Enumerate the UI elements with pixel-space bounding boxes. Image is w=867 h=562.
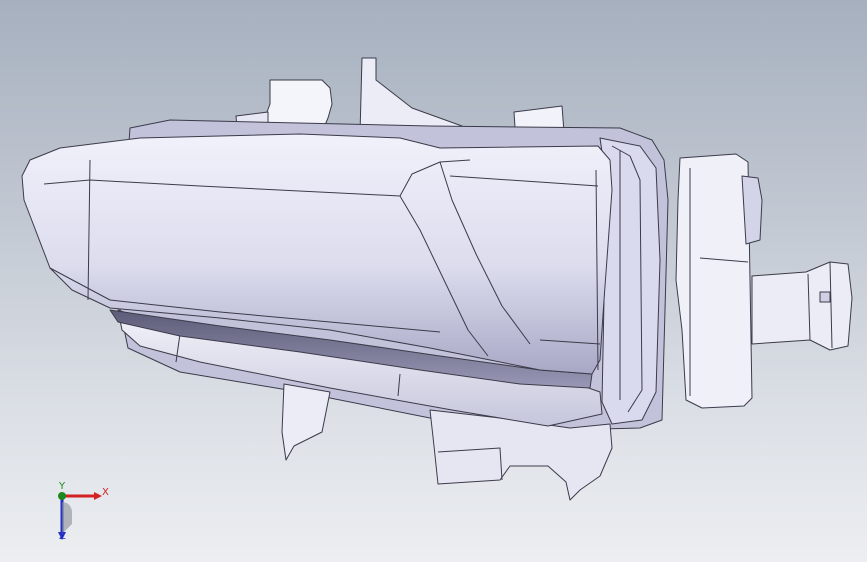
triad-y-label: Y <box>59 481 66 492</box>
headlamp-model[interactable] <box>0 0 867 562</box>
mounting-tab <box>359 57 463 135</box>
triad-z-label: Z <box>59 531 66 542</box>
graphics-area[interactable]: X Y Z <box>0 0 867 562</box>
axis-triad: X Y Z <box>48 482 112 544</box>
triad-x-label: X <box>102 487 109 498</box>
connector <box>751 261 853 351</box>
ballast-housing <box>675 153 753 409</box>
